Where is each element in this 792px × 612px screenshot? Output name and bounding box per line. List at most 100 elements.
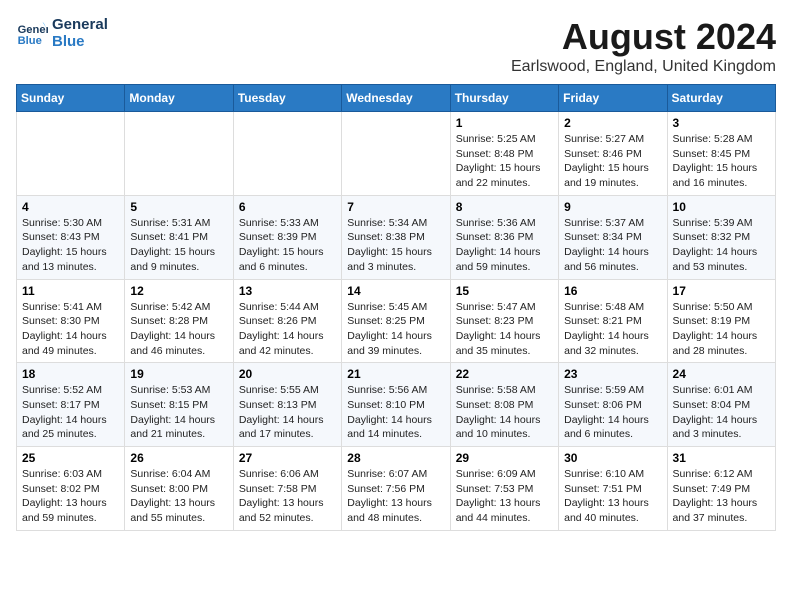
calendar-week-5: 25Sunrise: 6:03 AM Sunset: 8:02 PM Dayli…	[17, 447, 776, 531]
calendar-cell: 15 Sunrise: 5:47 AM Sunset: 8:23 PM Dayli…	[450, 279, 558, 363]
calendar-cell: 29 Sunrise: 6:09 AM Sunset: 7:53 PM Dayli…	[450, 447, 558, 531]
calendar-cell: 9Sunrise: 5:37 AM Sunset: 8:34 PM Daylig…	[559, 195, 667, 279]
calendar-cell: 24Sunrise: 6:01 AM Sunset: 8:04 PM Dayli…	[667, 363, 775, 447]
col-thursday: Thursday	[450, 85, 558, 112]
calendar-cell: 12 Sunrise: 5:42 AM Sunset: 8:28 PM Dayli…	[125, 279, 233, 363]
logo-line1: General	[52, 16, 108, 33]
calendar-cell: 8 Sunrise: 5:36 AM Sunset: 8:36 PM Daylig…	[450, 195, 558, 279]
day-info: Sunrise: 5:41 AM Sunset: 8:30 PM Dayligh…	[22, 300, 119, 359]
calendar-cell: 23 Sunrise: 5:59 AM Sunset: 8:06 PM Dayli…	[559, 363, 667, 447]
day-info: Sunrise: 5:37 AM Sunset: 8:34 PM Dayligh…	[564, 216, 661, 275]
day-number: 4	[22, 200, 119, 214]
day-info: Sunrise: 6:09 AM Sunset: 7:53 PM Dayligh…	[456, 467, 553, 526]
day-number: 22	[456, 367, 553, 381]
day-number: 15	[456, 284, 553, 298]
day-number: 13	[239, 284, 336, 298]
calendar-cell: 4 Sunrise: 5:30 AM Sunset: 8:43 PM Daylig…	[17, 195, 125, 279]
day-info: Sunrise: 5:28 AM Sunset: 8:45 PM Dayligh…	[673, 132, 770, 191]
day-info: Sunrise: 6:06 AM Sunset: 7:58 PM Dayligh…	[239, 467, 336, 526]
day-number: 28	[347, 451, 444, 465]
day-number: 26	[130, 451, 227, 465]
calendar-week-4: 18 Sunrise: 5:52 AM Sunset: 8:17 PM Dayli…	[17, 363, 776, 447]
day-info: Sunrise: 5:44 AM Sunset: 8:26 PM Dayligh…	[239, 300, 336, 359]
day-info: Sunrise: 5:52 AM Sunset: 8:17 PM Dayligh…	[22, 383, 119, 442]
calendar-cell: 30 Sunrise: 6:10 AM Sunset: 7:51 PM Dayli…	[559, 447, 667, 531]
subtitle: Earlswood, England, United Kingdom	[511, 58, 776, 76]
logo-line2: Blue	[52, 33, 108, 50]
logo: General Blue General Blue	[16, 16, 108, 50]
calendar-cell: 18 Sunrise: 5:52 AM Sunset: 8:17 PM Dayli…	[17, 363, 125, 447]
day-number: 23	[564, 367, 661, 381]
calendar-cell: 10 Sunrise: 5:39 AM Sunset: 8:32 PM Dayli…	[667, 195, 775, 279]
col-saturday: Saturday	[667, 85, 775, 112]
day-number: 8	[456, 200, 553, 214]
calendar-week-1: 1Sunrise: 5:25 AM Sunset: 8:48 PM Daylig…	[17, 112, 776, 196]
calendar-cell: 3 Sunrise: 5:28 AM Sunset: 8:45 PM Daylig…	[667, 112, 775, 196]
day-number: 6	[239, 200, 336, 214]
calendar-week-2: 4 Sunrise: 5:30 AM Sunset: 8:43 PM Daylig…	[17, 195, 776, 279]
col-wednesday: Wednesday	[342, 85, 450, 112]
calendar-body: 1Sunrise: 5:25 AM Sunset: 8:48 PM Daylig…	[17, 112, 776, 531]
day-info: Sunrise: 6:10 AM Sunset: 7:51 PM Dayligh…	[564, 467, 661, 526]
day-info: Sunrise: 5:45 AM Sunset: 8:25 PM Dayligh…	[347, 300, 444, 359]
day-number: 5	[130, 200, 227, 214]
day-info: Sunrise: 5:56 AM Sunset: 8:10 PM Dayligh…	[347, 383, 444, 442]
day-number: 14	[347, 284, 444, 298]
calendar-cell: 21Sunrise: 5:56 AM Sunset: 8:10 PM Dayli…	[342, 363, 450, 447]
calendar-cell	[125, 112, 233, 196]
day-number: 29	[456, 451, 553, 465]
day-number: 1	[456, 116, 553, 130]
calendar-cell: 5 Sunrise: 5:31 AM Sunset: 8:41 PM Daylig…	[125, 195, 233, 279]
day-number: 3	[673, 116, 770, 130]
calendar-cell: 14 Sunrise: 5:45 AM Sunset: 8:25 PM Dayli…	[342, 279, 450, 363]
calendar-cell: 6 Sunrise: 5:33 AM Sunset: 8:39 PM Daylig…	[233, 195, 341, 279]
day-info: Sunrise: 5:33 AM Sunset: 8:39 PM Dayligh…	[239, 216, 336, 275]
day-number: 17	[673, 284, 770, 298]
day-info: Sunrise: 5:39 AM Sunset: 8:32 PM Dayligh…	[673, 216, 770, 275]
calendar-header-row: Sunday Monday Tuesday Wednesday Thursday…	[17, 85, 776, 112]
calendar-cell	[233, 112, 341, 196]
day-info: Sunrise: 6:01 AM Sunset: 8:04 PM Dayligh…	[673, 383, 770, 442]
col-monday: Monday	[125, 85, 233, 112]
day-number: 16	[564, 284, 661, 298]
calendar-cell: 20Sunrise: 5:55 AM Sunset: 8:13 PM Dayli…	[233, 363, 341, 447]
col-tuesday: Tuesday	[233, 85, 341, 112]
day-info: Sunrise: 5:58 AM Sunset: 8:08 PM Dayligh…	[456, 383, 553, 442]
calendar-cell: 19 Sunrise: 5:53 AM Sunset: 8:15 PM Dayli…	[125, 363, 233, 447]
calendar-cell	[17, 112, 125, 196]
page-header: General Blue General Blue August 2024 Ea…	[16, 16, 776, 76]
day-number: 25	[22, 451, 119, 465]
calendar-cell: 22 Sunrise: 5:58 AM Sunset: 8:08 PM Dayli…	[450, 363, 558, 447]
calendar-cell: 28 Sunrise: 6:07 AM Sunset: 7:56 PM Dayli…	[342, 447, 450, 531]
day-number: 2	[564, 116, 661, 130]
calendar-cell: 25Sunrise: 6:03 AM Sunset: 8:02 PM Dayli…	[17, 447, 125, 531]
calendar-cell: 16Sunrise: 5:48 AM Sunset: 8:21 PM Dayli…	[559, 279, 667, 363]
day-number: 11	[22, 284, 119, 298]
main-title: August 2024	[511, 16, 776, 58]
day-info: Sunrise: 5:31 AM Sunset: 8:41 PM Dayligh…	[130, 216, 227, 275]
calendar-cell: 1Sunrise: 5:25 AM Sunset: 8:48 PM Daylig…	[450, 112, 558, 196]
day-info: Sunrise: 5:42 AM Sunset: 8:28 PM Dayligh…	[130, 300, 227, 359]
day-info: Sunrise: 5:47 AM Sunset: 8:23 PM Dayligh…	[456, 300, 553, 359]
calendar-cell: 31Sunrise: 6:12 AM Sunset: 7:49 PM Dayli…	[667, 447, 775, 531]
day-info: Sunrise: 5:30 AM Sunset: 8:43 PM Dayligh…	[22, 216, 119, 275]
col-sunday: Sunday	[17, 85, 125, 112]
day-info: Sunrise: 5:55 AM Sunset: 8:13 PM Dayligh…	[239, 383, 336, 442]
calendar-cell: 26Sunrise: 6:04 AM Sunset: 8:00 PM Dayli…	[125, 447, 233, 531]
svg-text:General: General	[18, 24, 48, 36]
day-info: Sunrise: 5:59 AM Sunset: 8:06 PM Dayligh…	[564, 383, 661, 442]
day-number: 18	[22, 367, 119, 381]
day-number: 30	[564, 451, 661, 465]
title-section: August 2024 Earlswood, England, United K…	[511, 16, 776, 76]
day-number: 12	[130, 284, 227, 298]
day-number: 19	[130, 367, 227, 381]
day-info: Sunrise: 5:53 AM Sunset: 8:15 PM Dayligh…	[130, 383, 227, 442]
day-info: Sunrise: 6:07 AM Sunset: 7:56 PM Dayligh…	[347, 467, 444, 526]
calendar-cell: 13 Sunrise: 5:44 AM Sunset: 8:26 PM Dayli…	[233, 279, 341, 363]
day-number: 10	[673, 200, 770, 214]
day-info: Sunrise: 6:12 AM Sunset: 7:49 PM Dayligh…	[673, 467, 770, 526]
calendar-cell: 27Sunrise: 6:06 AM Sunset: 7:58 PM Dayli…	[233, 447, 341, 531]
day-info: Sunrise: 5:36 AM Sunset: 8:36 PM Dayligh…	[456, 216, 553, 275]
calendar-cell: 11 Sunrise: 5:41 AM Sunset: 8:30 PM Dayli…	[17, 279, 125, 363]
calendar-cell: 7Sunrise: 5:34 AM Sunset: 8:38 PM Daylig…	[342, 195, 450, 279]
